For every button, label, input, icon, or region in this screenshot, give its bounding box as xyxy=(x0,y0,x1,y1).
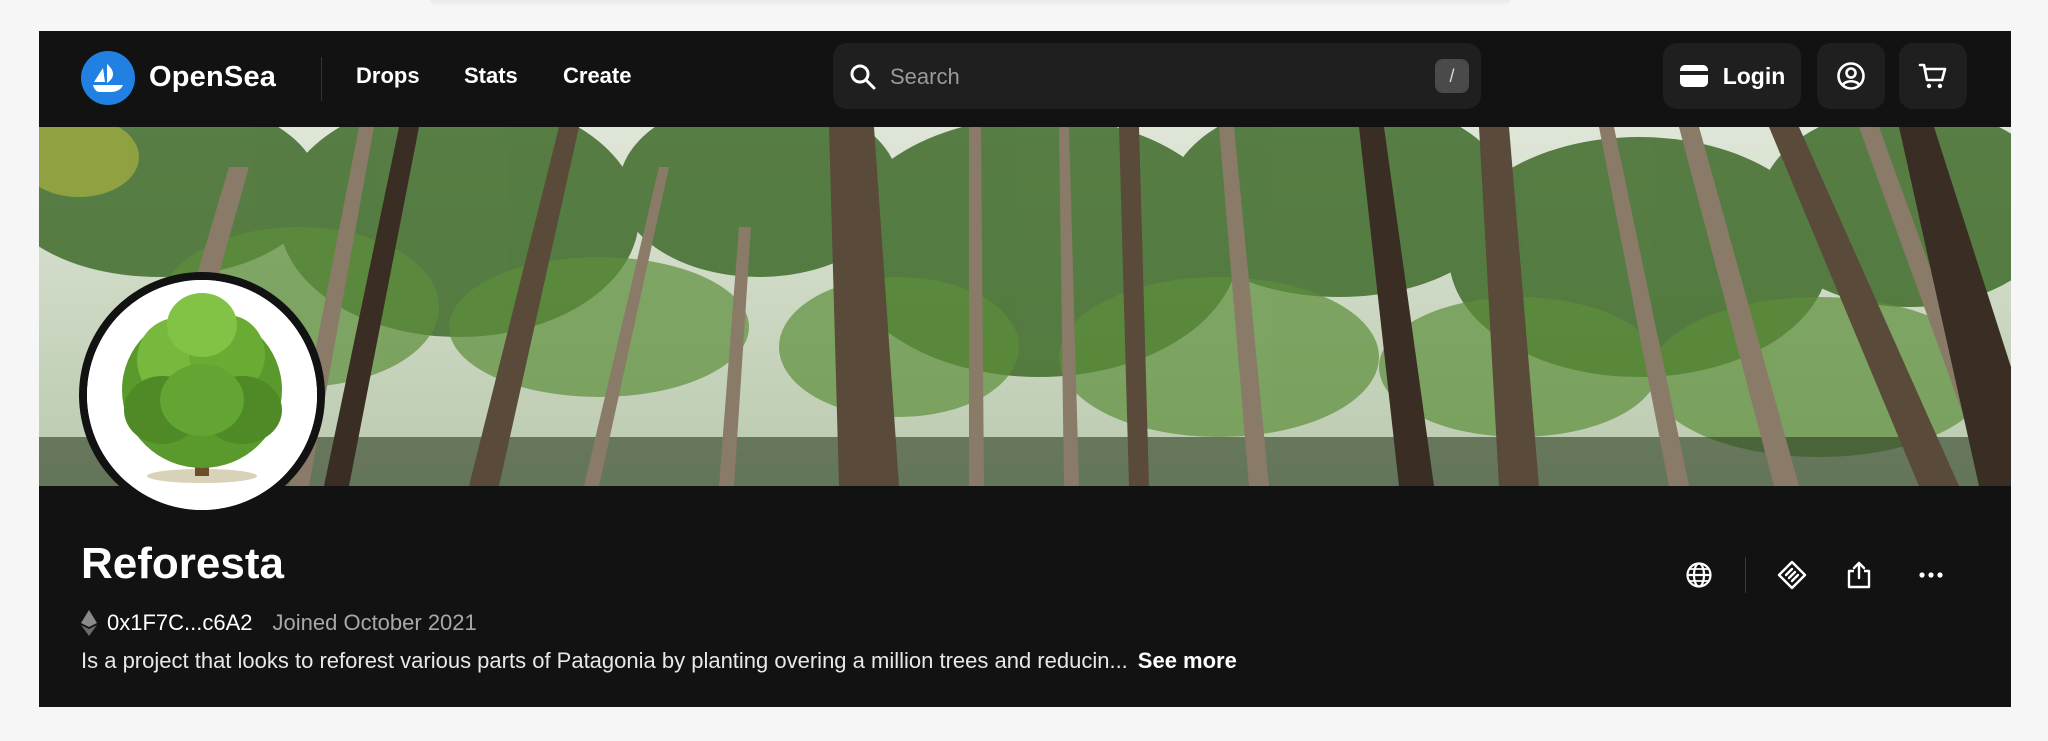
top-navbar: OpenSea Drops Stats Create / Login xyxy=(39,31,2011,127)
badge-icon[interactable] xyxy=(1772,555,1812,595)
action-divider xyxy=(1745,557,1746,593)
ethereum-icon xyxy=(81,610,97,636)
search-bar[interactable]: / xyxy=(833,43,1481,111)
login-label: Login xyxy=(1722,62,1786,89)
search-icon xyxy=(850,64,876,90)
nav-link-drops[interactable]: Drops xyxy=(356,63,420,89)
collection-meta: 0x1F7C...c6A2 Joined October 2021 xyxy=(81,608,477,638)
nav-link-stats[interactable]: Stats xyxy=(464,63,518,89)
opensea-logo-icon[interactable] xyxy=(81,51,135,105)
description-text: Is a project that looks to reforest vari… xyxy=(81,648,1128,673)
cart-icon xyxy=(1918,63,1947,89)
see-more-link[interactable]: See more xyxy=(1138,648,1237,673)
nav-link-create[interactable]: Create xyxy=(563,63,631,89)
account-button[interactable] xyxy=(1817,43,1885,109)
more-icon[interactable] xyxy=(1911,555,1951,595)
collection-page: OpenSea Drops Stats Create / Login xyxy=(39,31,2011,707)
share-icon[interactable] xyxy=(1839,555,1879,595)
globe-icon[interactable] xyxy=(1679,555,1719,595)
collection-description: Is a project that looks to reforest vari… xyxy=(81,648,1237,674)
collection-name: Reforesta xyxy=(81,539,284,588)
collection-avatar xyxy=(79,272,325,518)
login-button[interactable]: Login xyxy=(1663,43,1801,109)
search-shortcut-key: / xyxy=(1435,59,1469,93)
nav-divider xyxy=(321,57,322,101)
wallet-icon xyxy=(1679,65,1708,87)
tree-logo-image xyxy=(87,280,317,510)
collection-banner xyxy=(39,127,2011,486)
joined-date: Joined October 2021 xyxy=(272,610,477,635)
account-icon xyxy=(1837,62,1865,90)
cart-button[interactable] xyxy=(1899,43,1967,109)
top-shadow xyxy=(430,0,1510,6)
creator-address[interactable]: 0x1F7C...c6A2 xyxy=(107,610,253,636)
search-input[interactable] xyxy=(888,43,1412,111)
brand-name[interactable]: OpenSea xyxy=(149,61,276,94)
